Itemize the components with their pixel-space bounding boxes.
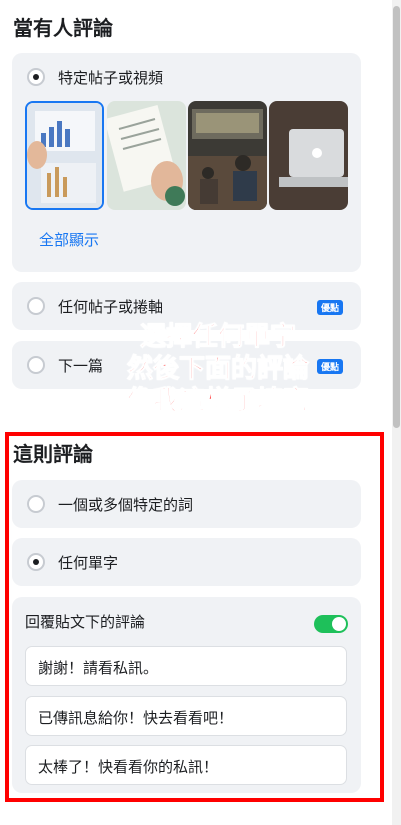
post-thumbnail-4[interactable]	[269, 101, 348, 210]
label-specific-post: 特定帖子或視頻	[58, 69, 164, 87]
annotation-line-1: 選擇任何單字	[139, 322, 296, 353]
pro-badge: 優點	[317, 300, 344, 315]
label-any-post: 任何帖子或捲軸	[58, 298, 164, 316]
scrollbar[interactable]	[392, 0, 401, 825]
show-all-link[interactable]: 全部顯示	[39, 229, 99, 250]
post-thumbnail-1[interactable]	[25, 101, 104, 210]
annotation-line-2: 然後下面的評論	[126, 354, 309, 385]
laptop-photo-icon	[269, 101, 348, 210]
conference-photo-icon	[188, 101, 267, 210]
chart-photo-icon	[27, 103, 102, 208]
annotation-line-3: 像我這樣子填寫	[126, 386, 309, 417]
radio-specific-post[interactable]	[27, 68, 45, 86]
section-title-when: 當有人評論	[13, 16, 113, 40]
post-thumbnail-2[interactable]	[107, 101, 186, 210]
post-thumbnail-3[interactable]	[188, 101, 267, 210]
scrollbar-thumb[interactable]	[393, 6, 400, 428]
document-photo-icon	[107, 101, 186, 210]
radio-next-post[interactable]	[27, 356, 45, 374]
radio-any-post[interactable]	[27, 297, 45, 315]
label-next-post: 下一篇	[58, 357, 104, 375]
highlight-box	[5, 432, 384, 802]
